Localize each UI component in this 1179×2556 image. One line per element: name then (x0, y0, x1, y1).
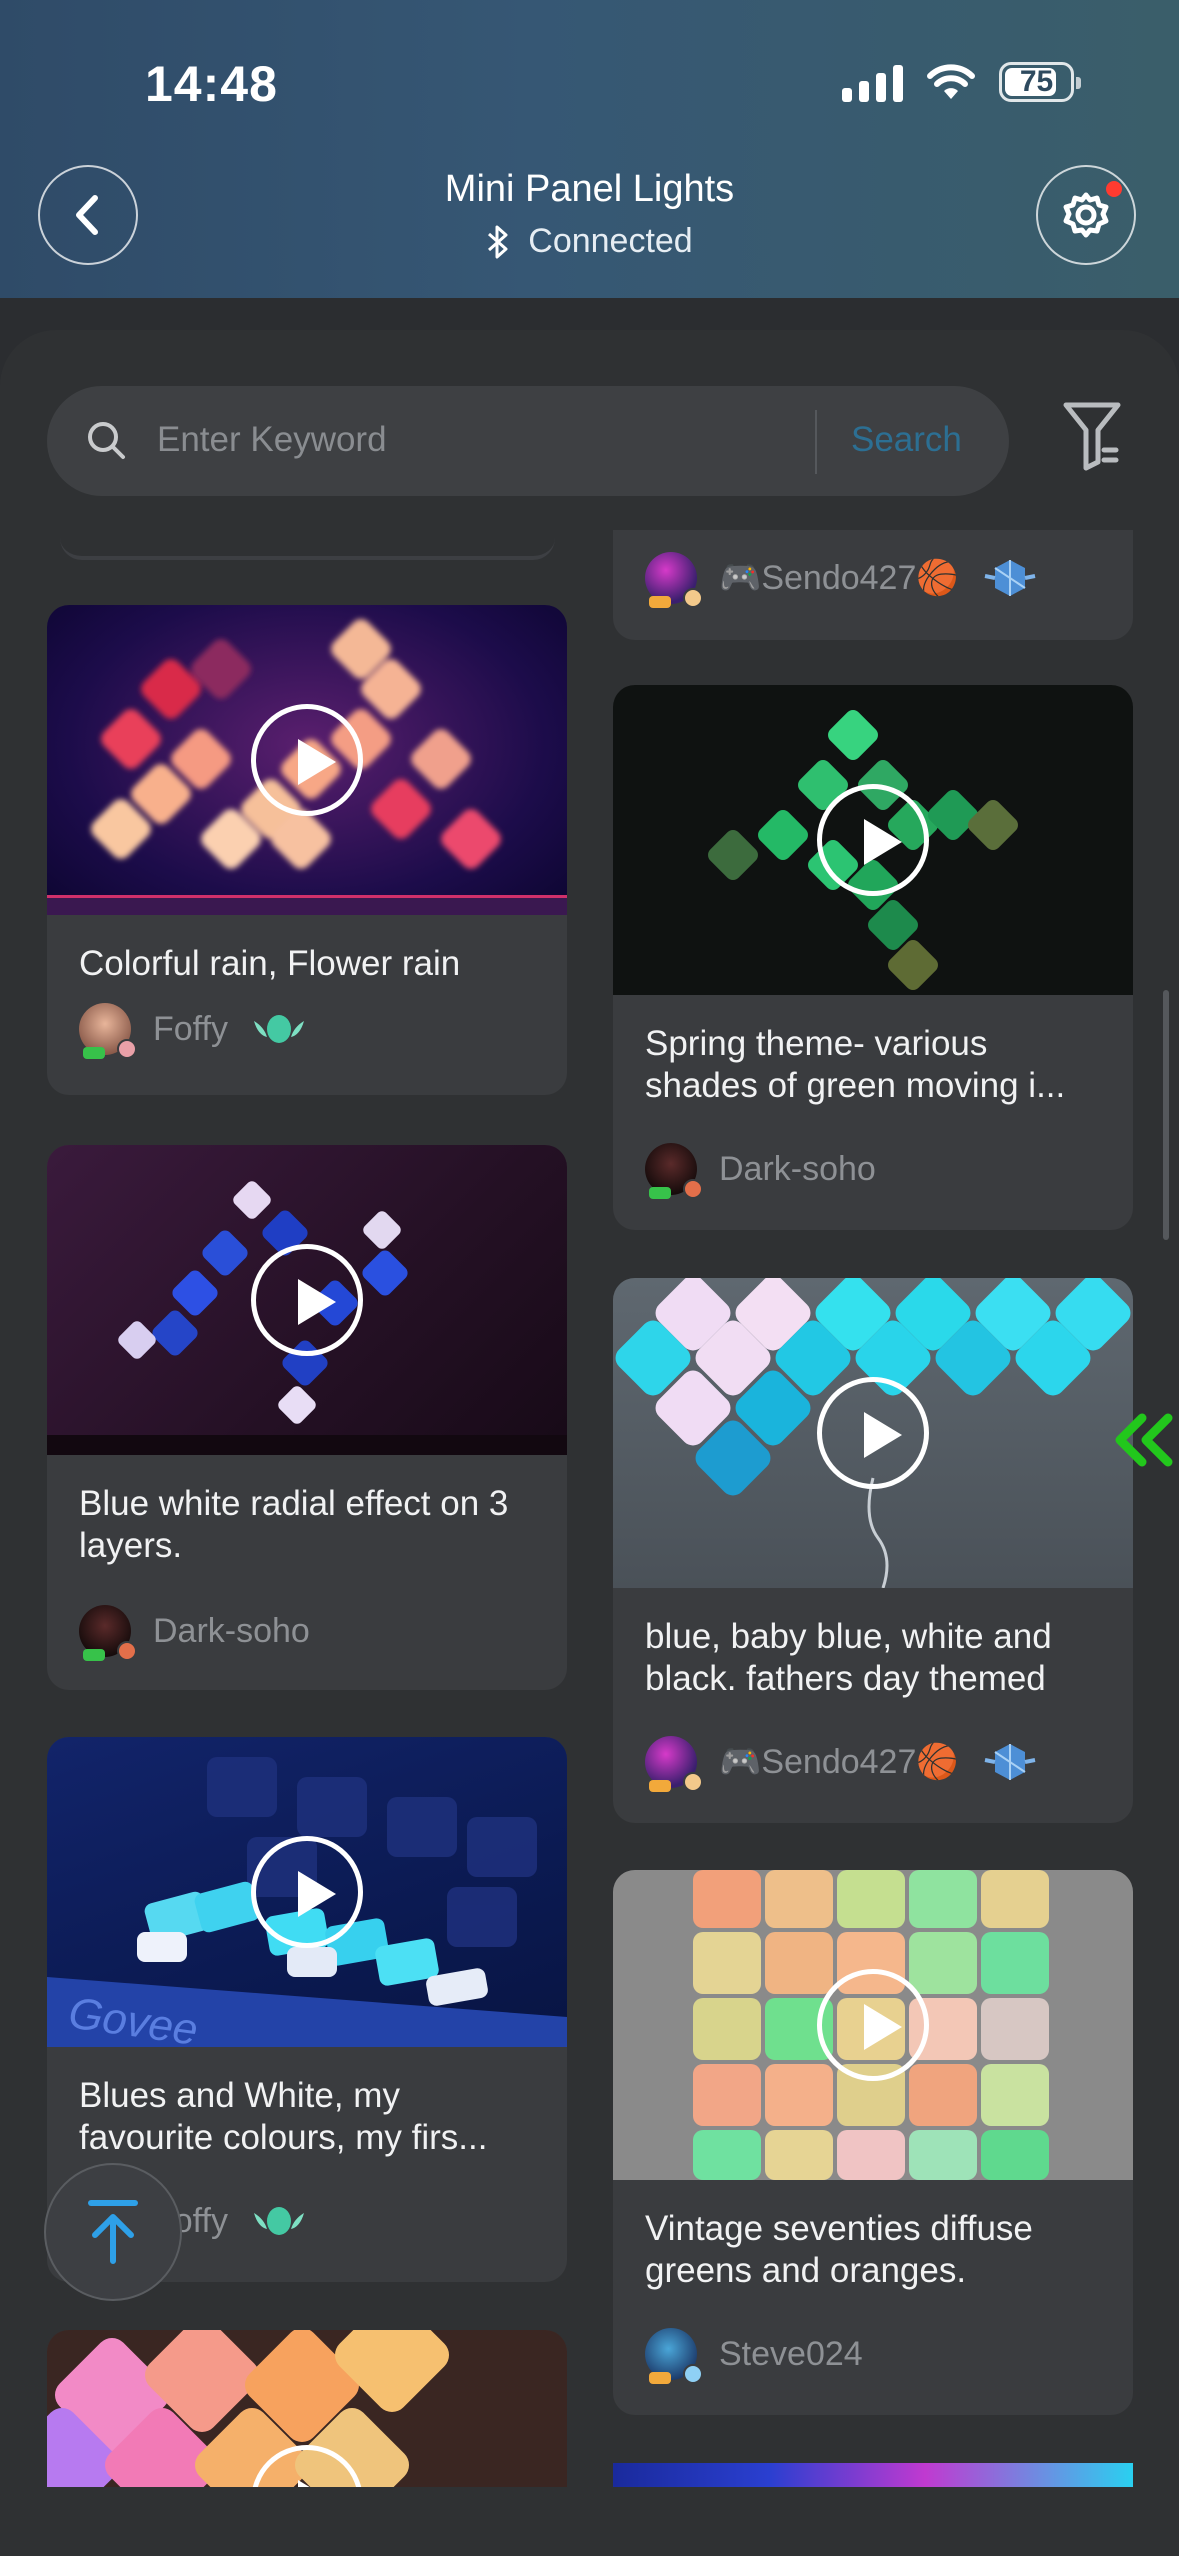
play-icon[interactable] (251, 704, 363, 816)
wings-badge-icon (253, 2207, 304, 2235)
avatar (79, 1605, 137, 1661)
connection-status-label: Connected (528, 222, 693, 260)
connection-status: Connected (0, 222, 1179, 261)
battery-icon: 75 (999, 62, 1081, 102)
card-author: Dark-soho (645, 1143, 876, 1199)
card-title: Vintage seventies diffuse greens and ora… (645, 2209, 1033, 2290)
effect-card[interactable]: blue, baby blue, white and black. father… (613, 1278, 1133, 1823)
card-thumbnail[interactable] (613, 2463, 1133, 2487)
effect-card[interactable]: Colorful rain, Flower rain Foffy (47, 605, 567, 1095)
scroll-to-top-button[interactable] (44, 2163, 182, 2301)
filter-icon[interactable] (1062, 400, 1122, 472)
effect-card[interactable]: Blue white radial effect on 3 layers. Da… (47, 1145, 567, 1690)
avatar (645, 1736, 703, 1792)
search-divider (815, 410, 817, 474)
card-thumbnail[interactable]: Govee (47, 1737, 567, 2047)
card-title: blue, baby blue, white and black. father… (645, 1617, 1052, 1698)
card-thumbnail[interactable] (47, 605, 567, 915)
card-partial-top-left[interactable] (60, 330, 555, 560)
card-author: Dark-soho (79, 1605, 310, 1661)
card-author: 🎮Sendo427🏀 (645, 552, 1039, 608)
avatar (645, 552, 703, 608)
effect-card[interactable]: Spring theme- various shades of green mo… (613, 685, 1133, 1230)
page-title: Mini Panel Lights (444, 168, 735, 210)
status-icons: 75 (842, 62, 1081, 102)
play-icon[interactable] (817, 1377, 929, 1489)
card-author: 🎮Sendo427🏀 (645, 1736, 1039, 1792)
card-author: Steve024 (645, 2328, 863, 2384)
scrollbar[interactable] (1163, 990, 1169, 1240)
battery-level: 75 (1019, 65, 1054, 98)
avatar (645, 1143, 703, 1199)
card-thumbnail[interactable] (47, 2330, 567, 2487)
effect-card-partial[interactable] (47, 2330, 567, 2487)
play-icon[interactable] (251, 1244, 363, 1356)
card-thumbnail[interactable] (613, 1870, 1133, 2180)
status-time: 14:48 (145, 56, 278, 112)
notification-dot (1106, 181, 1122, 197)
cellular-signal-icon (842, 62, 903, 102)
play-icon[interactable] (251, 1836, 363, 1948)
effect-card-partial[interactable] (613, 2463, 1133, 2487)
avatar (645, 2328, 703, 2384)
wifi-icon (927, 64, 975, 99)
card-title: Blue white radial effect on 3 layers. (79, 1484, 509, 1565)
diamond-badge-icon (984, 560, 1036, 596)
double-chevron-left-icon[interactable] (1110, 1410, 1176, 1470)
wings-badge-icon (253, 1015, 304, 1043)
play-icon[interactable] (817, 1969, 929, 2081)
card-title: Colorful rain, Flower rain (79, 944, 461, 983)
app-header: 14:48 75 Mini Panel Lights Connected (0, 0, 1179, 298)
card-title: Blues and White, my favourite colours, m… (79, 2076, 488, 2157)
avatar (79, 1003, 137, 1059)
card-thumbnail[interactable] (47, 1145, 567, 1455)
search-button[interactable]: Search (851, 420, 962, 460)
card-author: Foffy (79, 1003, 308, 1059)
bluetooth-icon (488, 225, 508, 258)
settings-button[interactable] (1036, 165, 1136, 265)
card-thumbnail[interactable] (613, 1278, 1133, 1588)
play-icon[interactable] (817, 784, 929, 896)
card-thumbnail[interactable] (613, 685, 1133, 995)
scroll-to-top-icon (88, 2200, 138, 2264)
diamond-badge-icon (984, 1744, 1036, 1780)
effect-card[interactable]: Vintage seventies diffuse greens and ora… (613, 1870, 1133, 2415)
settings-gear-icon (1063, 192, 1109, 238)
card-title: Spring theme- various shades of green mo… (645, 1024, 1066, 1105)
card-partial-top-right[interactable]: 🎮Sendo427🏀 (613, 530, 1133, 640)
